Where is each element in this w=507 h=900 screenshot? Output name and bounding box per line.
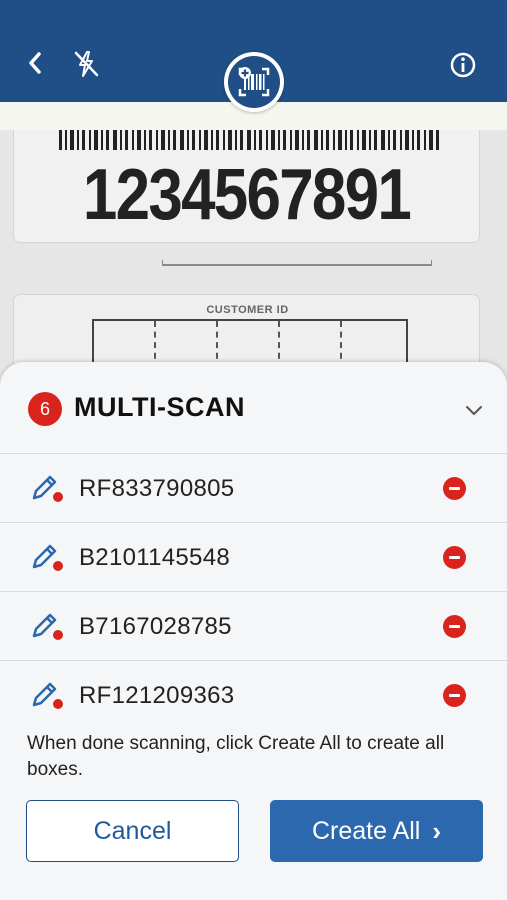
chevron-left-icon[interactable] [20, 48, 50, 78]
scan-code: RF121209363 [79, 682, 235, 709]
barcode-image [59, 130, 439, 150]
scan-list-item: B7167028785 [0, 591, 507, 661]
remove-icon[interactable] [443, 684, 466, 707]
remove-icon[interactable] [443, 615, 466, 638]
remove-icon[interactable] [443, 546, 466, 569]
scan-list-item: RF833790805 [0, 453, 507, 523]
barcode-scan-icon [228, 56, 280, 108]
multi-scan-sheet: 6 MULTI-SCAN RF833790805 B2101145548 B71… [0, 362, 507, 900]
label-rule-line [162, 260, 432, 266]
scan-list-item: B2101145548 [0, 522, 507, 592]
pencil-icon[interactable] [30, 681, 66, 711]
scan-code: B7167028785 [79, 613, 232, 640]
camera-preview: 1234567891 CUSTOMER ID [0, 130, 507, 390]
pencil-icon[interactable] [30, 543, 66, 573]
pencil-icon[interactable] [30, 474, 66, 504]
info-icon[interactable] [448, 50, 478, 80]
scan-code: RF833790805 [79, 475, 235, 502]
multi-scan-header[interactable]: 6 MULTI-SCAN [0, 362, 507, 454]
multi-scan-title: MULTI-SCAN [74, 392, 245, 422]
create-all-button[interactable]: Create All › [270, 800, 483, 862]
shipping-label: 1234567891 [14, 130, 479, 242]
cancel-button[interactable]: Cancel [26, 800, 239, 862]
scan-count-badge: 6 [28, 392, 62, 426]
customer-id-label: CUSTOMER ID [206, 304, 289, 316]
label-number: 1234567891 [82, 155, 412, 235]
remove-icon[interactable] [443, 477, 466, 500]
scan-mode-badge[interactable] [224, 52, 284, 112]
hint-text: When done scanning, click Create All to … [27, 733, 445, 780]
scan-list-item: RF121209363 [0, 660, 507, 730]
cancel-button-label: Cancel [93, 816, 172, 845]
chevron-right-icon: › [432, 815, 442, 846]
pencil-icon[interactable] [30, 612, 66, 642]
flash-off-icon[interactable] [70, 48, 102, 80]
create-all-button-label: Create All [311, 816, 421, 845]
scan-code: B2101145548 [79, 544, 231, 571]
chevron-down-icon[interactable] [462, 398, 486, 422]
